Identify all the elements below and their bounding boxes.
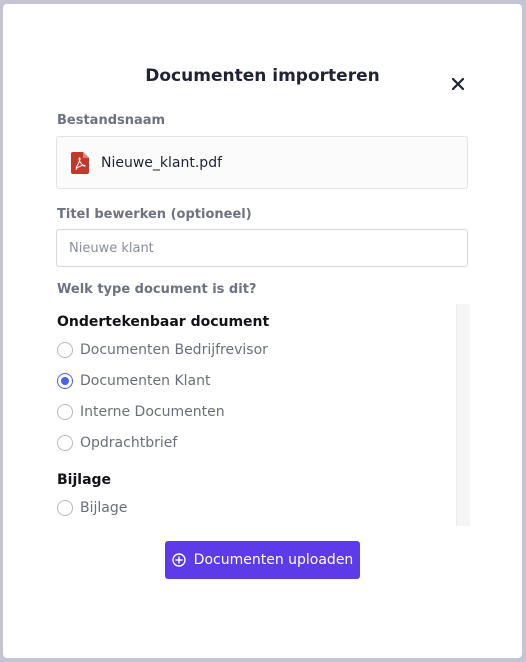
document-type-question: Welk type document is dit? (57, 282, 257, 297)
upload-button-label: Documenten uploaden (193, 552, 354, 568)
radio-option-bijlage[interactable]: Bijlage (57, 497, 127, 519)
radio-option-bedrijfrevisor[interactable]: Documenten Bedrijfrevisor (57, 339, 268, 361)
import-documents-dialog: Documenten importeren Bestandsnaam Nieuw… (3, 4, 522, 658)
radio-label: Documenten Klant (80, 373, 211, 389)
close-icon[interactable] (448, 74, 468, 94)
filename-label: Bestandsnaam (57, 113, 166, 128)
radio-button[interactable] (57, 404, 73, 420)
radio-option-interne[interactable]: Interne Documenten (57, 401, 225, 423)
radio-label: Interne Documenten (80, 404, 225, 420)
radio-option-opdrachtbrief[interactable]: Opdrachtbrief (57, 432, 177, 454)
radio-button[interactable] (57, 342, 73, 358)
dialog-title: Documenten importeren (145, 66, 380, 86)
radio-label: Bijlage (80, 500, 128, 516)
radio-button[interactable] (57, 500, 73, 516)
radio-button-selected[interactable] (57, 373, 73, 389)
upload-documents-button[interactable]: Documenten uploaden (165, 541, 360, 579)
filename-text: Nieuwe_klant.pdf (101, 154, 223, 171)
pdf-file-icon (71, 151, 89, 174)
radio-label: Documenten Bedrijfrevisor (80, 342, 268, 358)
title-input[interactable] (56, 229, 468, 267)
radio-option-klant[interactable]: Documenten Klant (57, 370, 210, 392)
radio-label: Opdrachtbrief (80, 435, 178, 451)
filename-display: Nieuwe_klant.pdf (56, 136, 468, 189)
radio-button[interactable] (57, 435, 73, 451)
edit-title-label: Titel bewerken (optioneel) (57, 207, 252, 222)
document-type-list[interactable]: Ondertekenbaar document Documenten Bedri… (56, 304, 470, 526)
plus-circle-icon (171, 553, 186, 567)
scrollbar[interactable] (456, 304, 470, 526)
group-title-attachment: Bijlage (57, 472, 112, 488)
group-title-signable: Ondertekenbaar document (57, 314, 270, 330)
